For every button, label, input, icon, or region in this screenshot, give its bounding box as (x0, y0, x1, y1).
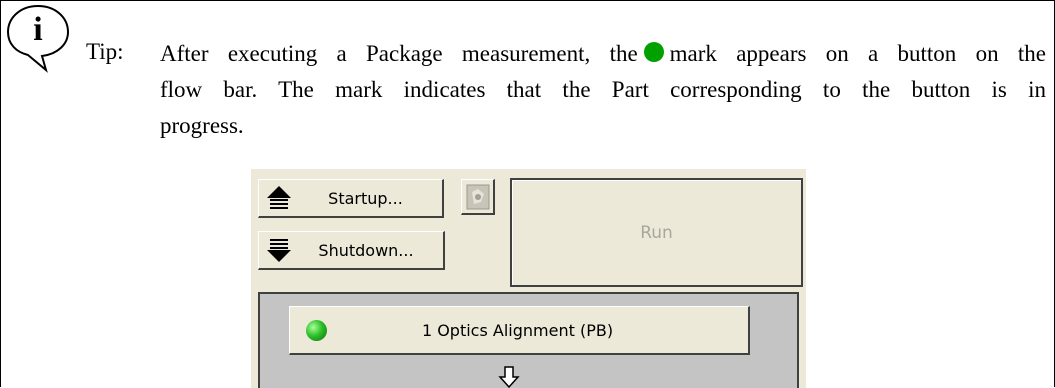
green-dot-icon (643, 42, 664, 62)
info-icon: i (6, 4, 70, 73)
startup-arrow-up-icon (267, 186, 291, 209)
shutdown-label: Shutdown... (318, 240, 414, 260)
tip-text: After executing a Package measurement, t… (160, 36, 1046, 144)
run-label: Run (640, 222, 673, 243)
part-label: 1 Optics Alignment (PB) (421, 320, 614, 340)
run-button[interactable]: Run (510, 178, 803, 287)
status-image-icon (466, 184, 489, 209)
down-arrow-icon (498, 366, 520, 388)
tip-line-3: progress. (160, 113, 244, 138)
shutdown-arrow-down-icon (267, 239, 291, 262)
status-image-button[interactable] (461, 179, 495, 215)
svg-text:i: i (33, 11, 42, 48)
green-ball-icon (306, 319, 327, 341)
startup-button[interactable]: Startup... (258, 179, 444, 218)
tip-line-1a: After executing a Package measurement, t… (160, 41, 638, 66)
tip-line-2: flow bar. The mark indicates that the Pa… (160, 77, 1046, 102)
startup-label: Startup... (328, 188, 403, 208)
part-button-optics-alignment[interactable]: 1 Optics Alignment (PB) (289, 306, 750, 355)
shutdown-button[interactable]: Shutdown... (258, 231, 445, 270)
app-screenshot-panel: Startup... Run Shutdown... 1 Optics Alig… (251, 169, 806, 388)
flow-bar: 1 Optics Alignment (PB) (258, 292, 799, 388)
tip-line-1: After executing a Package measurement, t… (160, 36, 1046, 72)
tip-label: Tip: (86, 39, 124, 64)
tip-line-1b: mark appears on a button on the (669, 41, 1046, 66)
